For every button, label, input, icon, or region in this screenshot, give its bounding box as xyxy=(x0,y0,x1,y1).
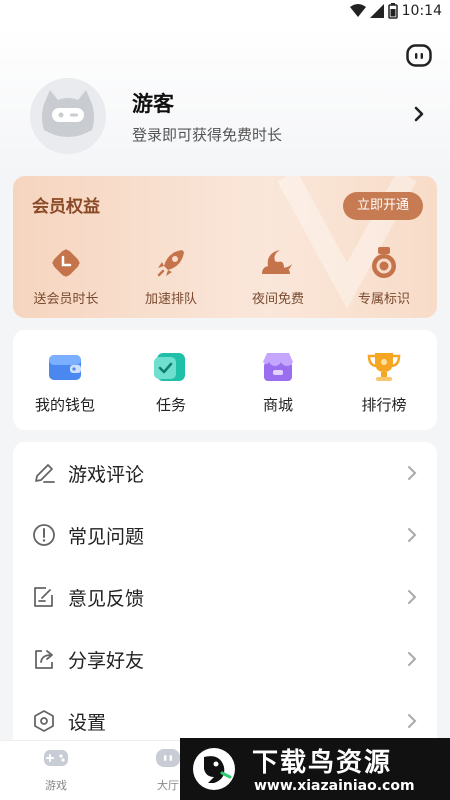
quick-item-label: 商城 xyxy=(262,396,293,414)
guest-avatar-icon xyxy=(30,78,106,154)
pencil-icon xyxy=(35,464,55,483)
vip-benefits-card: 会员权益 立即开通 送会员时长 加速排队 夜间免费 专属标识 xyxy=(13,176,437,318)
moon-cloud-icon xyxy=(262,250,292,274)
wallet-icon xyxy=(49,355,81,380)
quick-item-leaderboard[interactable]: 排行榜 xyxy=(339,352,429,415)
status-time: 10:14 xyxy=(401,3,442,19)
feedback-icon xyxy=(34,587,53,607)
quick-actions-card: 我的钱包 任务 商城 排行榜 xyxy=(13,330,437,430)
shop-icon xyxy=(263,353,293,381)
quick-item-label: 我的钱包 xyxy=(34,396,95,414)
watermark-url: www.xiazainiao.com xyxy=(254,778,415,794)
menu-item-label: 常见问题 xyxy=(68,526,145,548)
vip-title: 会员权益 xyxy=(32,197,100,217)
chevron-right-icon[interactable] xyxy=(412,104,426,124)
medal-icon xyxy=(372,247,396,278)
vip-item-badge[interactable]: 专属标识 xyxy=(339,246,429,307)
quick-item-label: 任务 xyxy=(155,396,186,414)
rocket-icon xyxy=(157,250,184,277)
chevron-right-icon xyxy=(408,590,417,604)
chat-hall-icon xyxy=(156,749,180,767)
chevron-right-icon xyxy=(408,714,417,728)
status-icons: 10:14 xyxy=(349,3,442,19)
menu-item-share[interactable]: 分享好友 xyxy=(13,628,437,690)
menu-list: 游戏评论 常见问题 意见反馈 分享好友 设置 xyxy=(13,442,437,762)
watermark-title: 下载鸟资源 xyxy=(252,748,393,778)
chevron-right-icon xyxy=(408,528,417,542)
menu-item-label: 游戏评论 xyxy=(68,464,145,486)
vip-item-label: 加速排队 xyxy=(144,292,197,307)
menu-item-label: 分享好友 xyxy=(68,650,145,672)
login-hint[interactable]: 登录即可获得免费时长 xyxy=(132,124,282,145)
menu-item-label: 设置 xyxy=(68,712,107,734)
trophy-icon xyxy=(367,353,401,381)
bird-logo-icon xyxy=(193,748,235,790)
battery-icon xyxy=(387,3,398,19)
menu-item-label: 意见反馈 xyxy=(68,588,145,610)
menu-item-game-review[interactable]: 游戏评论 xyxy=(13,442,437,504)
quick-item-task[interactable]: 任务 xyxy=(126,352,216,415)
exclamation-circle-icon xyxy=(33,524,55,546)
vip-item-duration[interactable]: 送会员时长 xyxy=(21,246,111,307)
chevron-right-icon xyxy=(408,466,417,480)
signal-icon xyxy=(369,4,384,18)
quick-item-wallet[interactable]: 我的钱包 xyxy=(20,352,110,415)
wifi-icon xyxy=(349,4,366,17)
open-vip-button[interactable]: 立即开通 xyxy=(343,192,423,220)
menu-item-faq[interactable]: 常见问题 xyxy=(13,504,437,566)
gamepad-icon xyxy=(44,750,68,766)
vip-item-label: 送会员时长 xyxy=(33,292,99,307)
settings-hex-icon xyxy=(34,710,54,732)
vip-item-label: 专属标识 xyxy=(357,292,410,307)
share-icon xyxy=(35,650,53,669)
task-icon xyxy=(154,353,185,381)
user-name[interactable]: 游客 xyxy=(132,88,174,118)
avatar[interactable] xyxy=(30,78,106,154)
quick-item-shop[interactable]: 商城 xyxy=(233,352,323,415)
chevron-right-icon xyxy=(408,652,417,666)
quick-item-label: 排行榜 xyxy=(361,396,407,414)
vip-item-night-free[interactable]: 夜间免费 xyxy=(233,246,323,307)
menu-item-feedback[interactable]: 意见反馈 xyxy=(13,566,437,628)
tab-games[interactable]: 游戏 xyxy=(26,747,86,793)
clock-badge-icon xyxy=(52,249,80,277)
vip-item-label: 夜间免费 xyxy=(251,292,304,307)
tab-label: 游戏 xyxy=(45,779,67,792)
watermark-banner: 下载鸟资源 www.xiazainiao.com xyxy=(180,738,450,800)
message-icon[interactable] xyxy=(406,44,432,68)
vip-item-speedup[interactable]: 加速排队 xyxy=(126,246,216,307)
status-bar: 10:14 xyxy=(0,0,450,24)
